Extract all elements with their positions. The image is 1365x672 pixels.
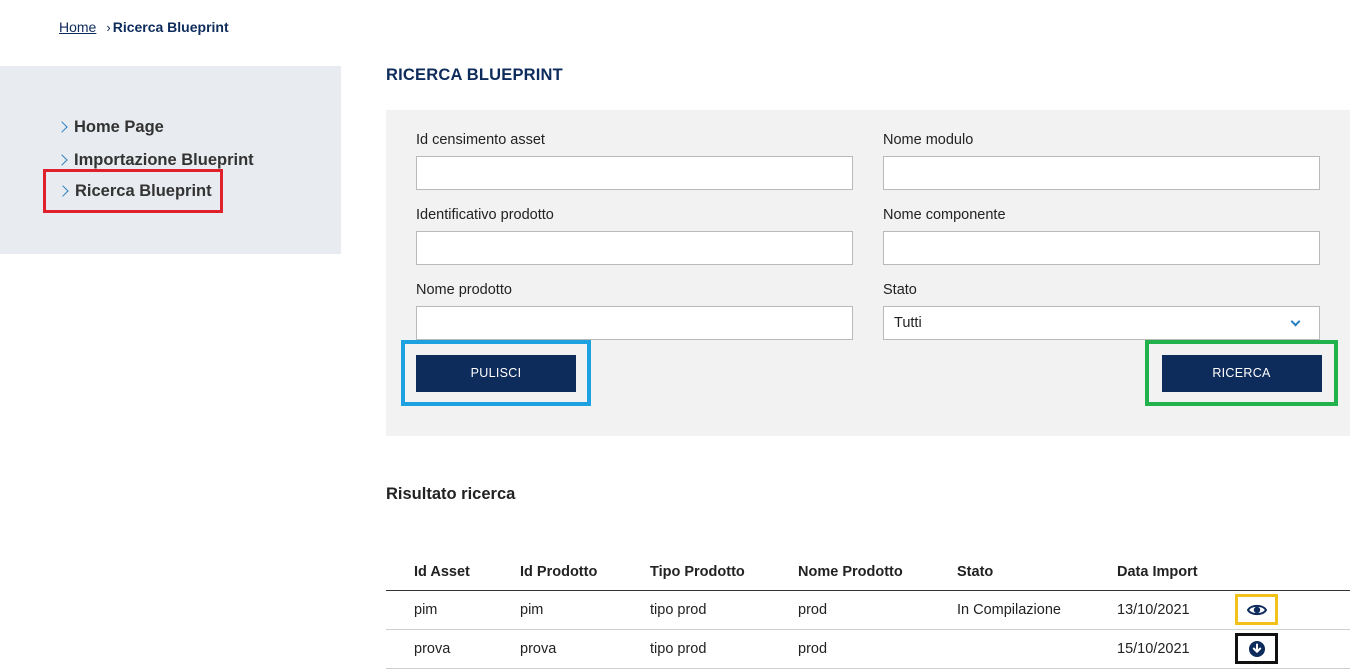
cell-id-asset: prova: [386, 629, 520, 669]
cell-stato: In Compilazione: [957, 590, 1117, 630]
cell-actions: [1235, 629, 1350, 669]
cell-id-prodotto: prova: [520, 629, 650, 669]
nome-componente-input[interactable]: [883, 231, 1320, 265]
chevron-right-icon: [56, 121, 68, 133]
pulisci-highlight: PULISCI: [401, 340, 591, 406]
chevron-right-icon: [57, 185, 69, 197]
ricerca-button[interactable]: RICERCA: [1161, 354, 1322, 392]
stato-select-value: Tutti: [894, 315, 922, 331]
stato-label: Stato: [883, 282, 917, 298]
search-form-panel: Id censimento asset Nome modulo Identifi…: [386, 110, 1350, 436]
sidebar: Home Page Importazione Blueprint Ricerca…: [0, 66, 341, 254]
column-header-data-import: Data Import: [1117, 555, 1235, 591]
cell-stato: [957, 629, 1117, 669]
nome-componente-label: Nome componente: [883, 207, 1006, 223]
page-title: RICERCA BLUEPRINT: [386, 66, 563, 84]
results-title: Risultato ricerca: [386, 485, 516, 503]
sidebar-item-label: Home Page: [74, 117, 164, 136]
sidebar-item-label: Ricerca Blueprint: [75, 181, 212, 200]
column-header-tipo-prodotto: Tipo Prodotto: [650, 555, 798, 591]
table-row: pim pim tipo prod prod In Compilazione 1…: [386, 590, 1350, 630]
stato-select[interactable]: Tutti: [883, 306, 1320, 340]
column-header-id-prodotto: Id Prodotto: [520, 555, 650, 591]
nome-modulo-label: Nome modulo: [883, 132, 974, 148]
nome-modulo-input[interactable]: [883, 156, 1320, 190]
ricerca-highlight: RICERCA: [1145, 340, 1338, 406]
column-header-nome-prodotto: Nome Prodotto: [798, 555, 957, 591]
identificativo-prodotto-input[interactable]: [416, 231, 853, 265]
eye-icon: [1246, 604, 1267, 615]
id-censimento-asset-label: Id censimento asset: [416, 132, 545, 148]
cell-tipo-prodotto: tipo prod: [650, 629, 798, 669]
breadcrumb: Home › Ricerca Blueprint: [59, 19, 229, 35]
column-header-actions: [1235, 555, 1350, 591]
id-censimento-asset-input[interactable]: [416, 156, 853, 190]
sidebar-item-label: Importazione Blueprint: [74, 150, 254, 169]
cell-tipo-prodotto: tipo prod: [650, 590, 798, 630]
table-row: prova prova tipo prod prod 15/10/2021: [386, 629, 1350, 669]
sidebar-item-home-page[interactable]: Home Page: [44, 112, 164, 142]
table-header-row: Id Asset Id Prodotto Tipo Prodotto Nome …: [386, 555, 1350, 591]
cell-id-prodotto: pim: [520, 590, 650, 630]
download-button[interactable]: [1235, 633, 1278, 664]
column-header-stato: Stato: [957, 555, 1117, 591]
cell-actions: [1235, 590, 1350, 630]
chevron-right-icon: [56, 154, 68, 166]
chevron-down-icon: [1290, 316, 1301, 327]
nome-prodotto-label: Nome prodotto: [416, 282, 512, 298]
results-table: Id Asset Id Prodotto Tipo Prodotto Nome …: [386, 555, 1350, 669]
pulisci-button[interactable]: PULISCI: [416, 354, 576, 392]
sidebar-item-ricerca-blueprint[interactable]: Ricerca Blueprint: [43, 169, 223, 213]
cell-nome-prodotto: prod: [798, 629, 957, 669]
cell-data-import: 13/10/2021: [1117, 590, 1235, 630]
cell-nome-prodotto: prod: [798, 590, 957, 630]
breadcrumb-current: Ricerca Blueprint: [112, 19, 229, 35]
cell-id-asset: pim: [386, 590, 520, 630]
breadcrumb-separator-icon: ›: [106, 19, 111, 35]
cell-data-import: 15/10/2021: [1117, 629, 1235, 669]
download-circle-icon: [1248, 640, 1265, 657]
column-header-id-asset: Id Asset: [386, 555, 520, 591]
page: Home › Ricerca Blueprint Home Page Impor…: [0, 0, 1365, 672]
breadcrumb-home-link[interactable]: Home: [59, 19, 96, 35]
nome-prodotto-input[interactable]: [416, 306, 853, 340]
view-button[interactable]: [1235, 594, 1278, 625]
identificativo-prodotto-label: Identificativo prodotto: [416, 207, 554, 223]
